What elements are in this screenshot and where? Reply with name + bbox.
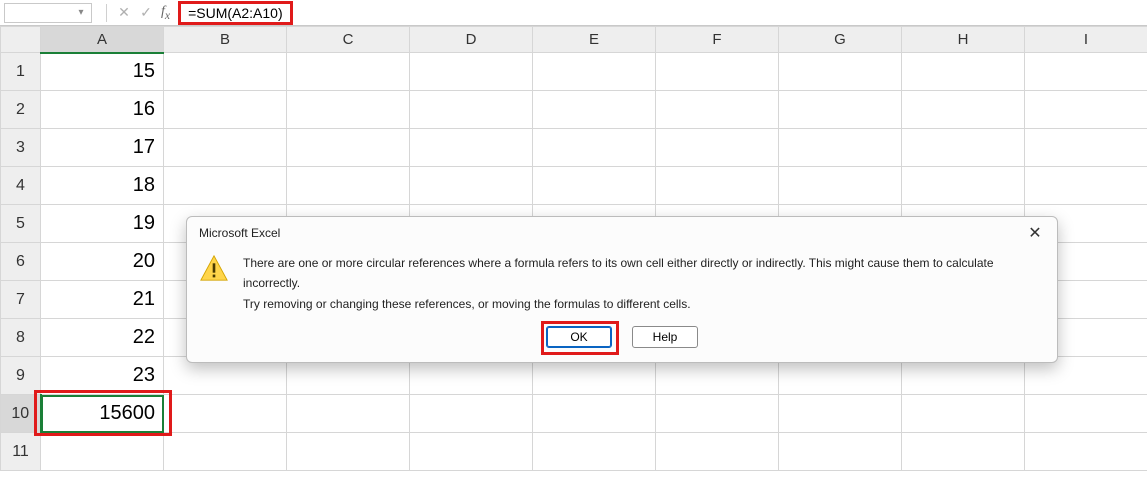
dialog-title: Microsoft Excel (199, 226, 280, 240)
close-icon[interactable]: ✕ (1023, 223, 1047, 243)
error-dialog: Microsoft Excel ✕ There are one or more … (186, 216, 1058, 363)
dialog-buttons: OK Help (187, 322, 1057, 362)
help-button[interactable]: Help (632, 326, 698, 348)
dialog-line2: Try removing or changing these reference… (243, 294, 1045, 314)
dialog-backdrop: Microsoft Excel ✕ There are one or more … (0, 0, 1147, 502)
dialog-titlebar: Microsoft Excel ✕ (187, 217, 1057, 247)
dialog-line1: There are one or more circular reference… (243, 253, 1045, 294)
dialog-message: There are one or more circular reference… (243, 253, 1045, 314)
warning-icon (199, 253, 229, 314)
ok-button[interactable]: OK (546, 326, 612, 348)
